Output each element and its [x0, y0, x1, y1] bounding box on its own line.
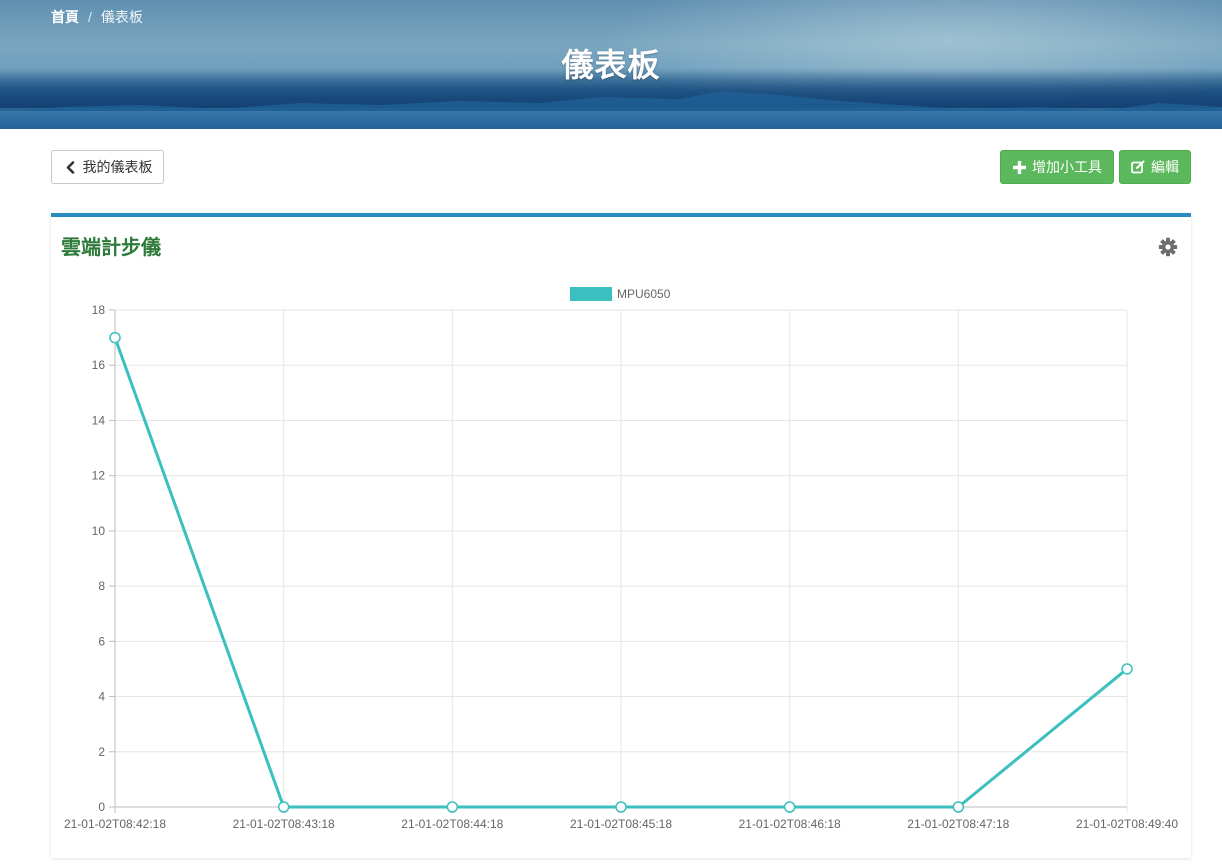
data-point	[615, 801, 627, 813]
x-tick-label: 21-01-02T08:44:18	[401, 817, 503, 831]
x-tick-label: 21-01-02T08:45:18	[570, 817, 672, 831]
breadcrumb-current: 儀表板	[100, 9, 143, 25]
y-tick-label: 0	[98, 800, 105, 814]
x-tick-label: 21-01-02T08:42:18	[64, 817, 166, 831]
my-dashboard-label: 我的儀表板	[82, 159, 153, 175]
edit-icon	[1131, 160, 1145, 174]
widget-panel: 雲端計步儀 0 2 4 6 8 10 12 14 16 18 21-01-02T08:42:18 21…	[51, 213, 1191, 858]
data-point	[446, 801, 459, 813]
data-point	[952, 801, 965, 813]
y-tick-label: 8	[98, 579, 105, 593]
my-dashboard-button[interactable]: 我的儀表板	[51, 150, 164, 184]
breadcrumb-separator: /	[88, 9, 92, 25]
y-tick-label: 2	[98, 745, 105, 759]
add-widget-label: 增加小工具	[1032, 159, 1102, 175]
y-tick-label: 12	[92, 469, 106, 483]
edit-button[interactable]: 編輯	[1119, 150, 1191, 184]
data-point	[277, 801, 290, 813]
hero-city	[0, 111, 1222, 129]
breadcrumb-home-link[interactable]: 首頁	[51, 7, 79, 27]
y-tick-label: 18	[92, 303, 106, 317]
y-tick-label: 14	[92, 413, 106, 427]
x-tick-label: 21-01-02T08:43:18	[233, 817, 335, 831]
y-tick-label: 16	[92, 358, 106, 372]
data-point	[109, 331, 121, 344]
line-chart: 0 2 4 6 8 10 12 14 16 18 21-01-02T08:42:18 21-01-02…	[64, 287, 1178, 831]
y-tick-label: 10	[92, 524, 106, 538]
breadcrumb: 首頁 / 儀表板	[51, 6, 143, 28]
y-tick-label: 6	[98, 634, 105, 648]
legend-label: MPU6050	[617, 287, 671, 301]
data-point	[783, 801, 796, 813]
x-tick-label: 21-01-02T08:47:18	[907, 817, 1009, 831]
edit-label: 編輯	[1151, 159, 1179, 175]
y-tick-label: 4	[98, 690, 105, 704]
x-tick-label: 21-01-02T08:46:18	[739, 817, 841, 831]
plus-icon	[1012, 160, 1026, 174]
add-widget-button[interactable]: 增加小工具	[1000, 150, 1114, 184]
chevron-left-icon	[63, 160, 77, 174]
data-point	[1121, 663, 1133, 675]
x-tick-label: 21-01-02T08:49:40	[1076, 817, 1178, 831]
legend-swatch	[570, 287, 612, 301]
page-title: 儀表板	[561, 47, 661, 83]
